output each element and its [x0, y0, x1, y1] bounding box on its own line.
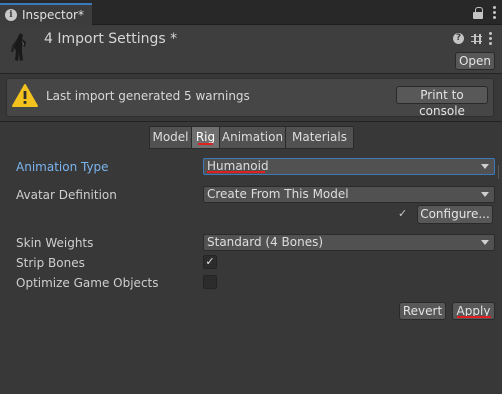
- tab-inspector[interactable]: i Inspector*: [0, 3, 92, 25]
- warning-divider: [0, 121, 502, 122]
- skin-weights-label: Skin Weights: [16, 236, 94, 250]
- strip-bones-checkbox[interactable]: ✓: [203, 255, 217, 269]
- optimize-game-objects-checkbox[interactable]: [203, 275, 217, 289]
- kebab-menu-icon[interactable]: [489, 32, 492, 45]
- header-icons: ?: [453, 32, 492, 45]
- dropdown-arrow-icon: [481, 192, 489, 197]
- tab-inspector-label: Inspector*: [22, 8, 84, 22]
- dropdown-arrow-icon: [481, 240, 489, 245]
- kebab-menu-icon[interactable]: [493, 6, 496, 19]
- inspector-header: 4 Import Settings * ? Open: [0, 25, 502, 73]
- annotation-underline: [457, 316, 491, 318]
- warning-icon: [12, 84, 38, 107]
- warning-message: Last import generated 5 warnings: [46, 89, 250, 103]
- optimize-game-objects-label: Optimize Game Objects: [16, 276, 159, 290]
- avatar-definition-value: Create From This Model: [207, 187, 349, 201]
- skin-weights-value: Standard (4 Bones): [207, 235, 324, 249]
- skin-weights-dropdown[interactable]: Standard (4 Bones): [203, 234, 495, 251]
- preset-sliders-icon[interactable]: [471, 33, 482, 44]
- tab-animation[interactable]: Animation: [219, 126, 286, 149]
- animation-type-label: Animation Type: [16, 160, 109, 174]
- checkmark-icon: ✓: [398, 207, 408, 220]
- warning-box: Last import generated 5 warnings Print t…: [6, 78, 494, 118]
- tab-materials[interactable]: Materials: [285, 126, 354, 149]
- dropdown-arrow-icon: [481, 164, 489, 169]
- apply-button[interactable]: Apply: [452, 302, 495, 320]
- header-divider: [0, 73, 502, 74]
- import-tabs: Model Rig Animation Materials: [149, 126, 354, 149]
- open-button[interactable]: Open: [455, 52, 495, 70]
- configure-button[interactable]: Configure...: [417, 205, 493, 224]
- window-tabbar: i Inspector*: [0, 0, 502, 25]
- info-icon: i: [5, 9, 17, 21]
- model-thumbnail-icon: [8, 30, 32, 64]
- animation-type-dropdown[interactable]: Humanoid: [203, 158, 495, 175]
- tab-model[interactable]: Model: [149, 126, 192, 149]
- page-title: 4 Import Settings *: [44, 31, 178, 47]
- tab-rig[interactable]: Rig: [191, 126, 220, 149]
- print-to-console-button[interactable]: Print to console: [396, 86, 488, 118]
- panel-edge: [498, 165, 502, 179]
- avatar-definition-dropdown[interactable]: Create From This Model: [203, 186, 495, 203]
- tabbar-tools: [473, 6, 496, 19]
- revert-button[interactable]: Revert: [399, 302, 446, 320]
- avatar-definition-label: Avatar Definition: [16, 188, 117, 202]
- strip-bones-label: Strip Bones: [16, 256, 85, 270]
- help-icon[interactable]: ?: [453, 33, 464, 44]
- lock-icon[interactable]: [473, 6, 483, 19]
- annotation-underline: [207, 171, 265, 173]
